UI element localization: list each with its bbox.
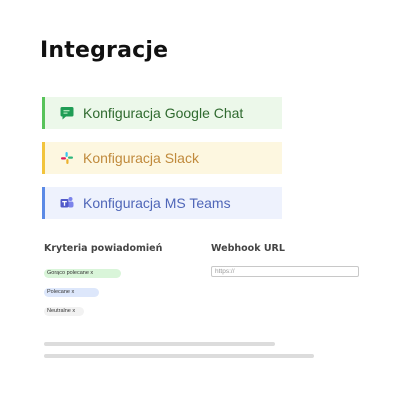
- slack-label: Konfiguracja Slack: [83, 150, 199, 166]
- google-chat-label: Konfiguracja Google Chat: [83, 105, 244, 121]
- skeleton-line: [44, 342, 275, 346]
- google-chat-integration-button[interactable]: Konfiguracja Google Chat: [42, 97, 282, 129]
- integrations-page: Integracje Konfiguracja Google Chat Konf…: [0, 0, 400, 400]
- google-chat-icon: [59, 105, 75, 121]
- criteria-label: Kryteria powiadomień: [44, 243, 163, 254]
- ms-teams-integration-button[interactable]: Konfiguracja MS Teams: [42, 187, 282, 219]
- tag-neutral[interactable]: Neutralne x: [44, 307, 84, 316]
- slack-integration-button[interactable]: Konfiguracja Slack: [42, 142, 282, 174]
- webhook-url-input[interactable]: [211, 266, 359, 277]
- ms-teams-icon: [59, 195, 75, 211]
- skeleton-line: [44, 354, 314, 358]
- tag-recommended[interactable]: Polecane x: [44, 288, 99, 297]
- webhook-label: Webhook URL: [211, 243, 285, 254]
- page-title: Integracje: [40, 38, 169, 63]
- ms-teams-label: Konfiguracja MS Teams: [83, 195, 231, 211]
- tag-hot-recommended[interactable]: Gorąco polecane x: [44, 269, 121, 278]
- slack-icon: [59, 150, 75, 166]
